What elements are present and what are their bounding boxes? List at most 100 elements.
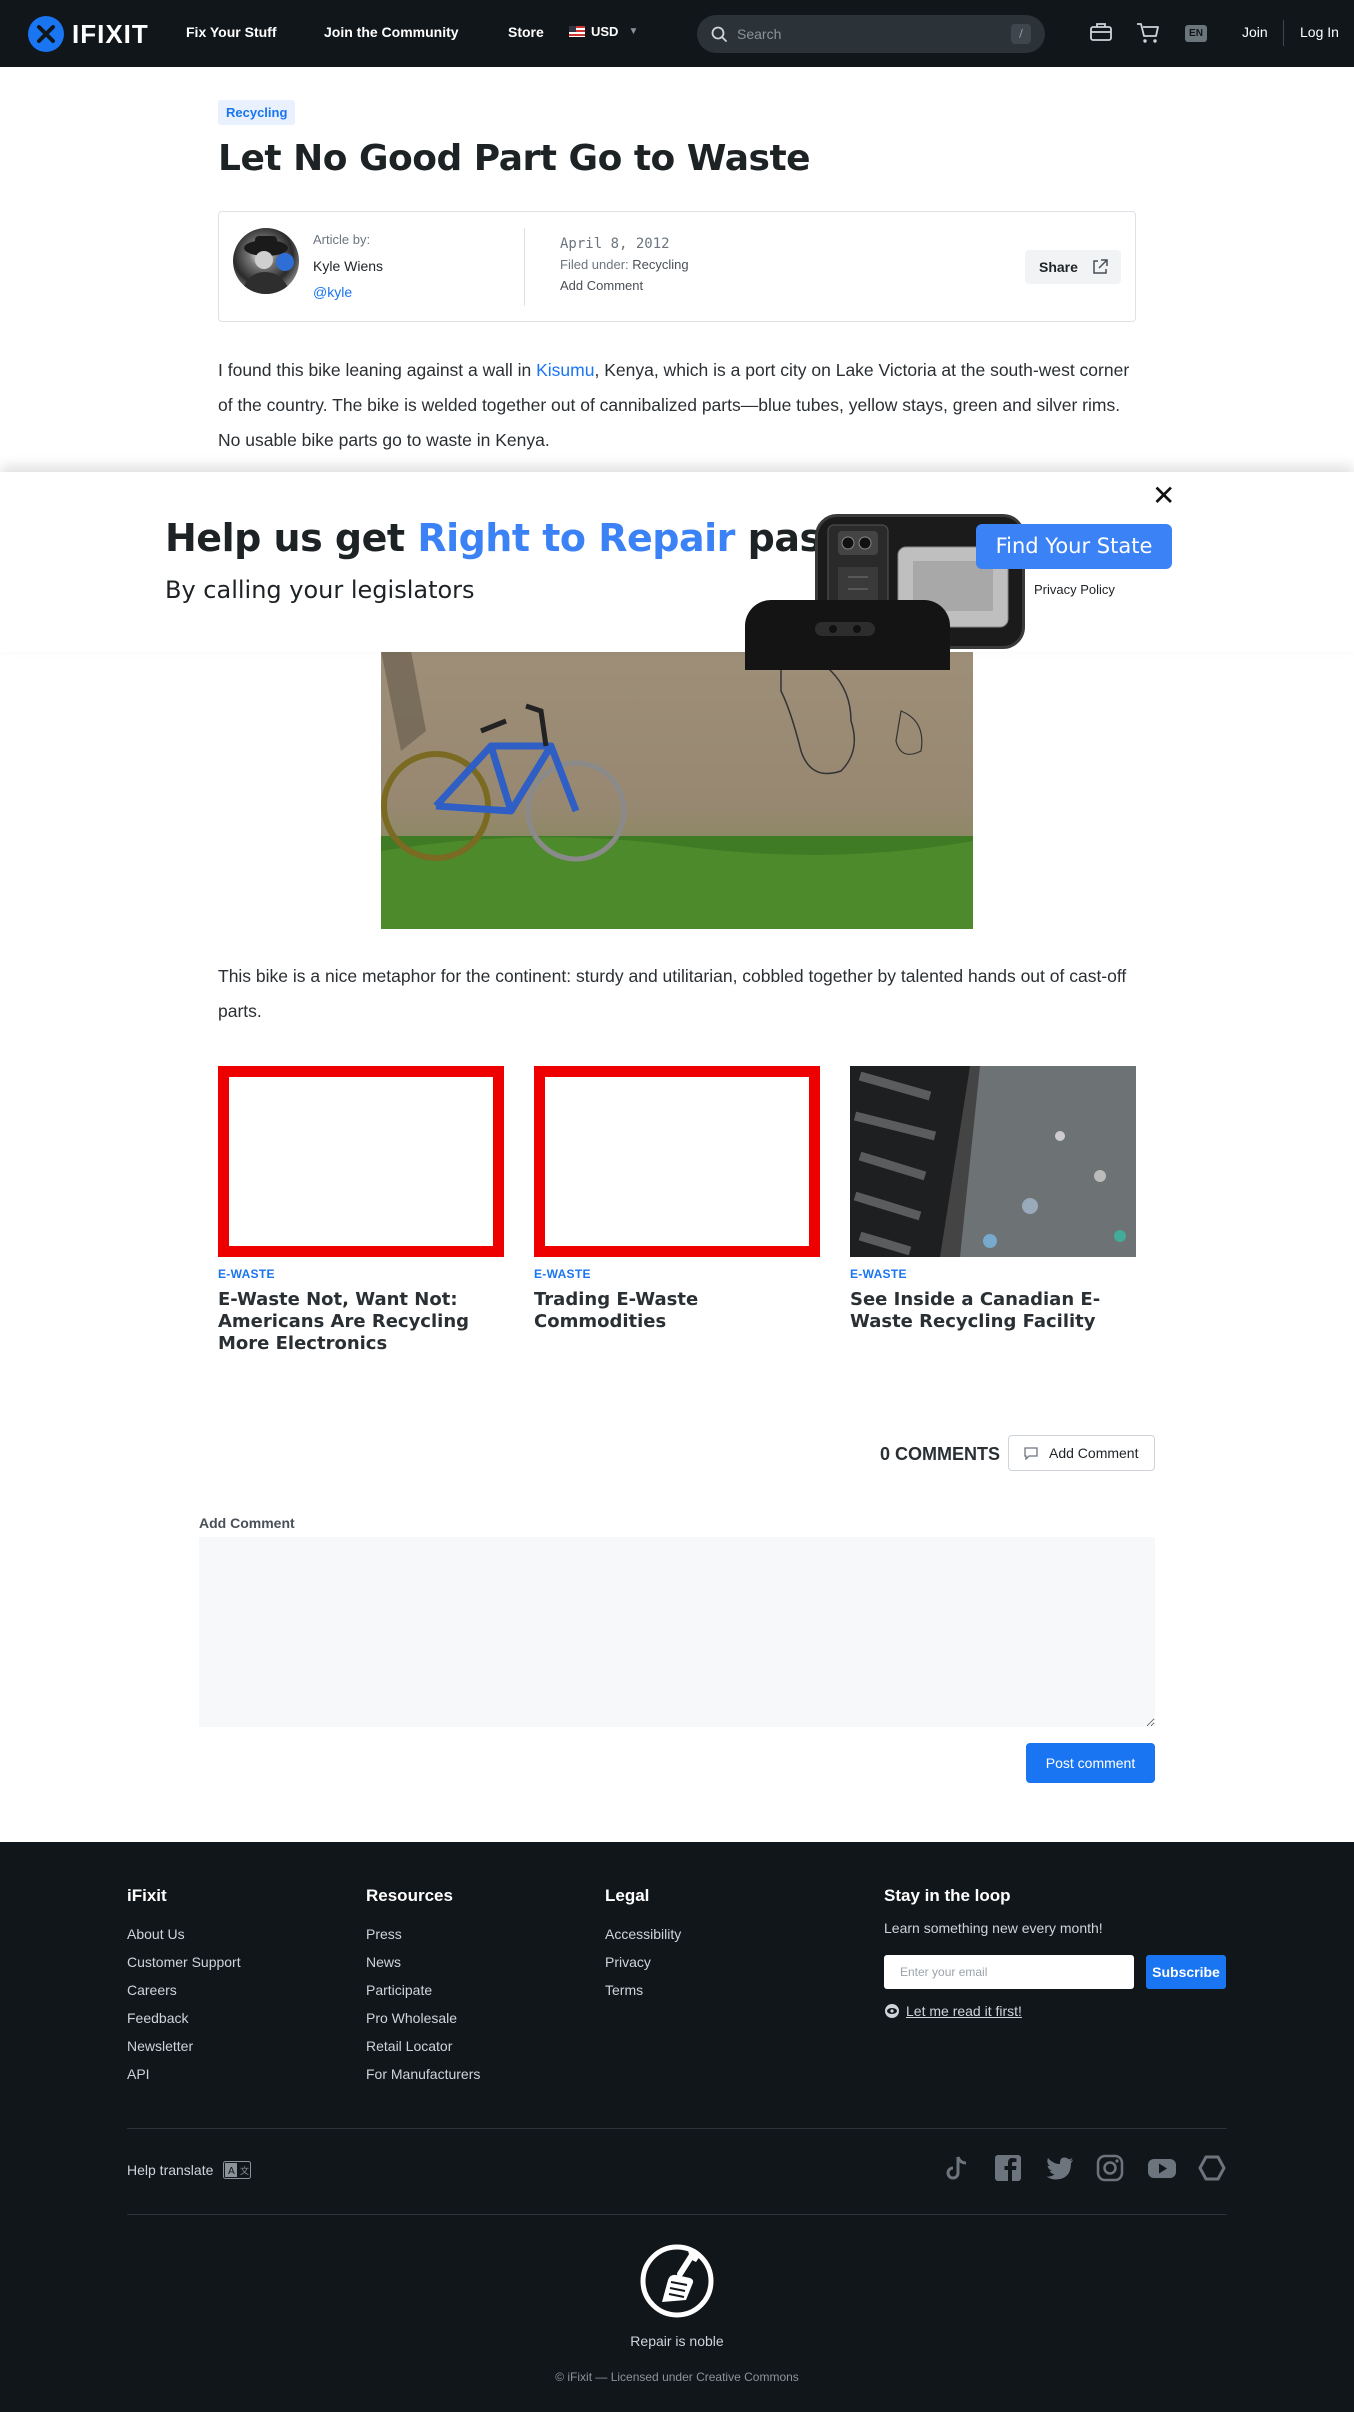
related-title[interactable]: See Inside a Canadian E-Waste Recycling … (850, 1289, 1136, 1333)
search-shortcut-key: / (1011, 24, 1031, 44)
footer-newsletter: Stay in the loop Learn something new eve… (884, 1886, 1103, 1936)
nav-store[interactable]: Store (508, 24, 544, 40)
share-button[interactable]: Share (1025, 250, 1121, 284)
comment-icon (1024, 1447, 1038, 1460)
comment-form-label: Add Comment (199, 1515, 295, 1531)
banner-title: Help us get Right to Repair passed (165, 516, 896, 560)
category-tag[interactable]: Recycling (218, 100, 296, 125)
login-link[interactable]: Log In (1300, 24, 1339, 40)
footer-divider (127, 2214, 1227, 2215)
related-category[interactable]: E-WASTE (218, 1267, 504, 1281)
article-paragraph-1: I found this bike leaning against a wall… (218, 360, 1130, 450)
instagram-icon[interactable] (1096, 2154, 1124, 2182)
add-comment-label: Add Comment (1049, 1445, 1139, 1461)
add-comment-button[interactable]: Add Comment (1008, 1435, 1155, 1471)
join-link[interactable]: Join (1242, 24, 1268, 40)
author-handle[interactable]: @kyle (313, 284, 352, 300)
nav-join-community[interactable]: Join the Community (324, 24, 459, 40)
footer-tagline: Repair is noble (630, 2333, 724, 2349)
tiktok-icon[interactable] (943, 2154, 971, 2182)
related-card-2[interactable]: E-WASTE Trading E-Waste Commodities (534, 1066, 820, 1333)
related-category[interactable]: E-WASTE (534, 1267, 820, 1281)
footer-heading: iFixit (127, 1886, 167, 1905)
footer-link[interactable]: Privacy (605, 1948, 681, 1976)
search-bar[interactable]: Search / (697, 15, 1045, 53)
twitter-icon[interactable] (1045, 2154, 1075, 2182)
find-your-state-button[interactable]: Find Your State (976, 524, 1172, 569)
footer-link[interactable]: Retail Locator (366, 2032, 480, 2060)
footer-link[interactable]: Customer Support (127, 1948, 241, 1976)
search-icon (711, 26, 727, 42)
footer-link[interactable]: API (127, 2060, 241, 2088)
bike-photo (381, 651, 973, 929)
meta-divider (524, 228, 525, 306)
footer-link[interactable]: Careers (127, 1976, 241, 2004)
help-translate-link[interactable]: Help translate A文 (127, 2161, 252, 2179)
kisumu-link[interactable]: Kisumu (536, 360, 594, 380)
post-comment-button[interactable]: Post comment (1026, 1743, 1155, 1783)
add-comment-link[interactable]: Add Comment (560, 278, 643, 293)
currency-label: USD (591, 24, 619, 39)
currency-selector[interactable]: USD ▼ (569, 24, 638, 39)
footer-link[interactable]: Press (366, 1920, 480, 1948)
footer-link[interactable]: Pro Wholesale (366, 2004, 480, 2032)
nav-fix-your-stuff[interactable]: Fix Your Stuff (186, 24, 276, 40)
footer-col-ifixit: iFixit About Us Customer Support Careers… (127, 1886, 241, 2088)
logo-icon (28, 16, 64, 52)
related-category[interactable]: E-WASTE (850, 1267, 1136, 1281)
related-card-1[interactable]: E-WASTE E-Waste Not, Want Not: Americans… (218, 1066, 504, 1355)
privacy-policy-link[interactable]: Privacy Policy (1034, 582, 1115, 597)
us-flag-icon (569, 26, 585, 37)
read-it-first-link[interactable]: Let me read it first! (884, 2003, 1022, 2019)
newsletter-email-input[interactable]: Enter your email (884, 1955, 1134, 1989)
svg-text:A: A (228, 2166, 235, 2177)
footer-col-legal: Legal Accessibility Privacy Terms (605, 1886, 681, 2004)
author-name: Kyle Wiens (313, 258, 384, 274)
comments-count: 0 COMMENTS (880, 1444, 1001, 1464)
filed-under-value[interactable]: Recycling (632, 257, 688, 272)
toolbox-icon[interactable] (1090, 22, 1112, 42)
repair-fist-logo-icon (640, 2244, 714, 2318)
footer-link[interactable]: Newsletter (127, 2032, 241, 2060)
filed-under-label: Filed under: Recycling (560, 257, 689, 272)
footer-heading: Legal (605, 1886, 650, 1905)
related-title[interactable]: E-Waste Not, Want Not: Americans Are Rec… (218, 1289, 504, 1355)
nav-divider (1283, 20, 1284, 46)
newsletter-text: Learn something new every month! (884, 1920, 1103, 1936)
footer-divider (127, 2128, 1227, 2129)
external-link-icon (1093, 259, 1108, 274)
article-paragraph-2: This bike is a nice metaphor for the con… (218, 966, 1127, 1021)
search-input[interactable]: Search (737, 26, 1011, 42)
phone-front-illustration (745, 600, 950, 670)
footer-license[interactable]: © iFixit — Licensed under Creative Commo… (0, 2370, 1354, 2384)
ifixit-logo[interactable]: IFIXIT (28, 16, 149, 52)
footer-link[interactable]: About Us (127, 1920, 241, 1948)
footer-link[interactable]: Feedback (127, 2004, 241, 2032)
facebook-icon[interactable] (994, 2154, 1022, 2182)
eye-icon (885, 2004, 899, 2018)
share-label: Share (1039, 259, 1078, 275)
language-selector[interactable]: EN (1185, 25, 1207, 42)
related-title[interactable]: Trading E-Waste Commodities (534, 1289, 820, 1333)
footer-link[interactable]: Terms (605, 1976, 681, 2004)
footer-link[interactable]: Participate (366, 1976, 480, 2004)
cart-icon[interactable] (1136, 22, 1160, 44)
author-avatar[interactable] (233, 228, 299, 294)
footer-link[interactable]: For Manufacturers (366, 2060, 480, 2088)
related-card-3[interactable]: E-WASTE See Inside a Canadian E-Waste Re… (850, 1066, 1136, 1333)
publish-date: April 8, 2012 (560, 236, 670, 252)
banner-subtitle: By calling your legislators (165, 576, 475, 604)
brand-name: IFIXIT (72, 18, 149, 49)
translate-icon: A文 (223, 2161, 252, 2179)
footer-link[interactable]: Accessibility (605, 1920, 681, 1948)
youtube-icon[interactable] (1147, 2154, 1177, 2182)
newsletter-heading: Stay in the loop (884, 1886, 1011, 1905)
hexagon-icon[interactable] (1198, 2154, 1226, 2182)
related-thumbnail (850, 1066, 1136, 1257)
comment-textarea[interactable] (199, 1537, 1155, 1727)
footer-link[interactable]: News (366, 1948, 480, 1976)
footer-heading: Resources (366, 1886, 453, 1905)
subscribe-button[interactable]: Subscribe (1146, 1955, 1226, 1989)
article-meta: Article by: Kyle Wiens @kyle April 8, 20… (218, 211, 1136, 322)
close-banner-button[interactable]: ✕ (1152, 482, 1175, 510)
